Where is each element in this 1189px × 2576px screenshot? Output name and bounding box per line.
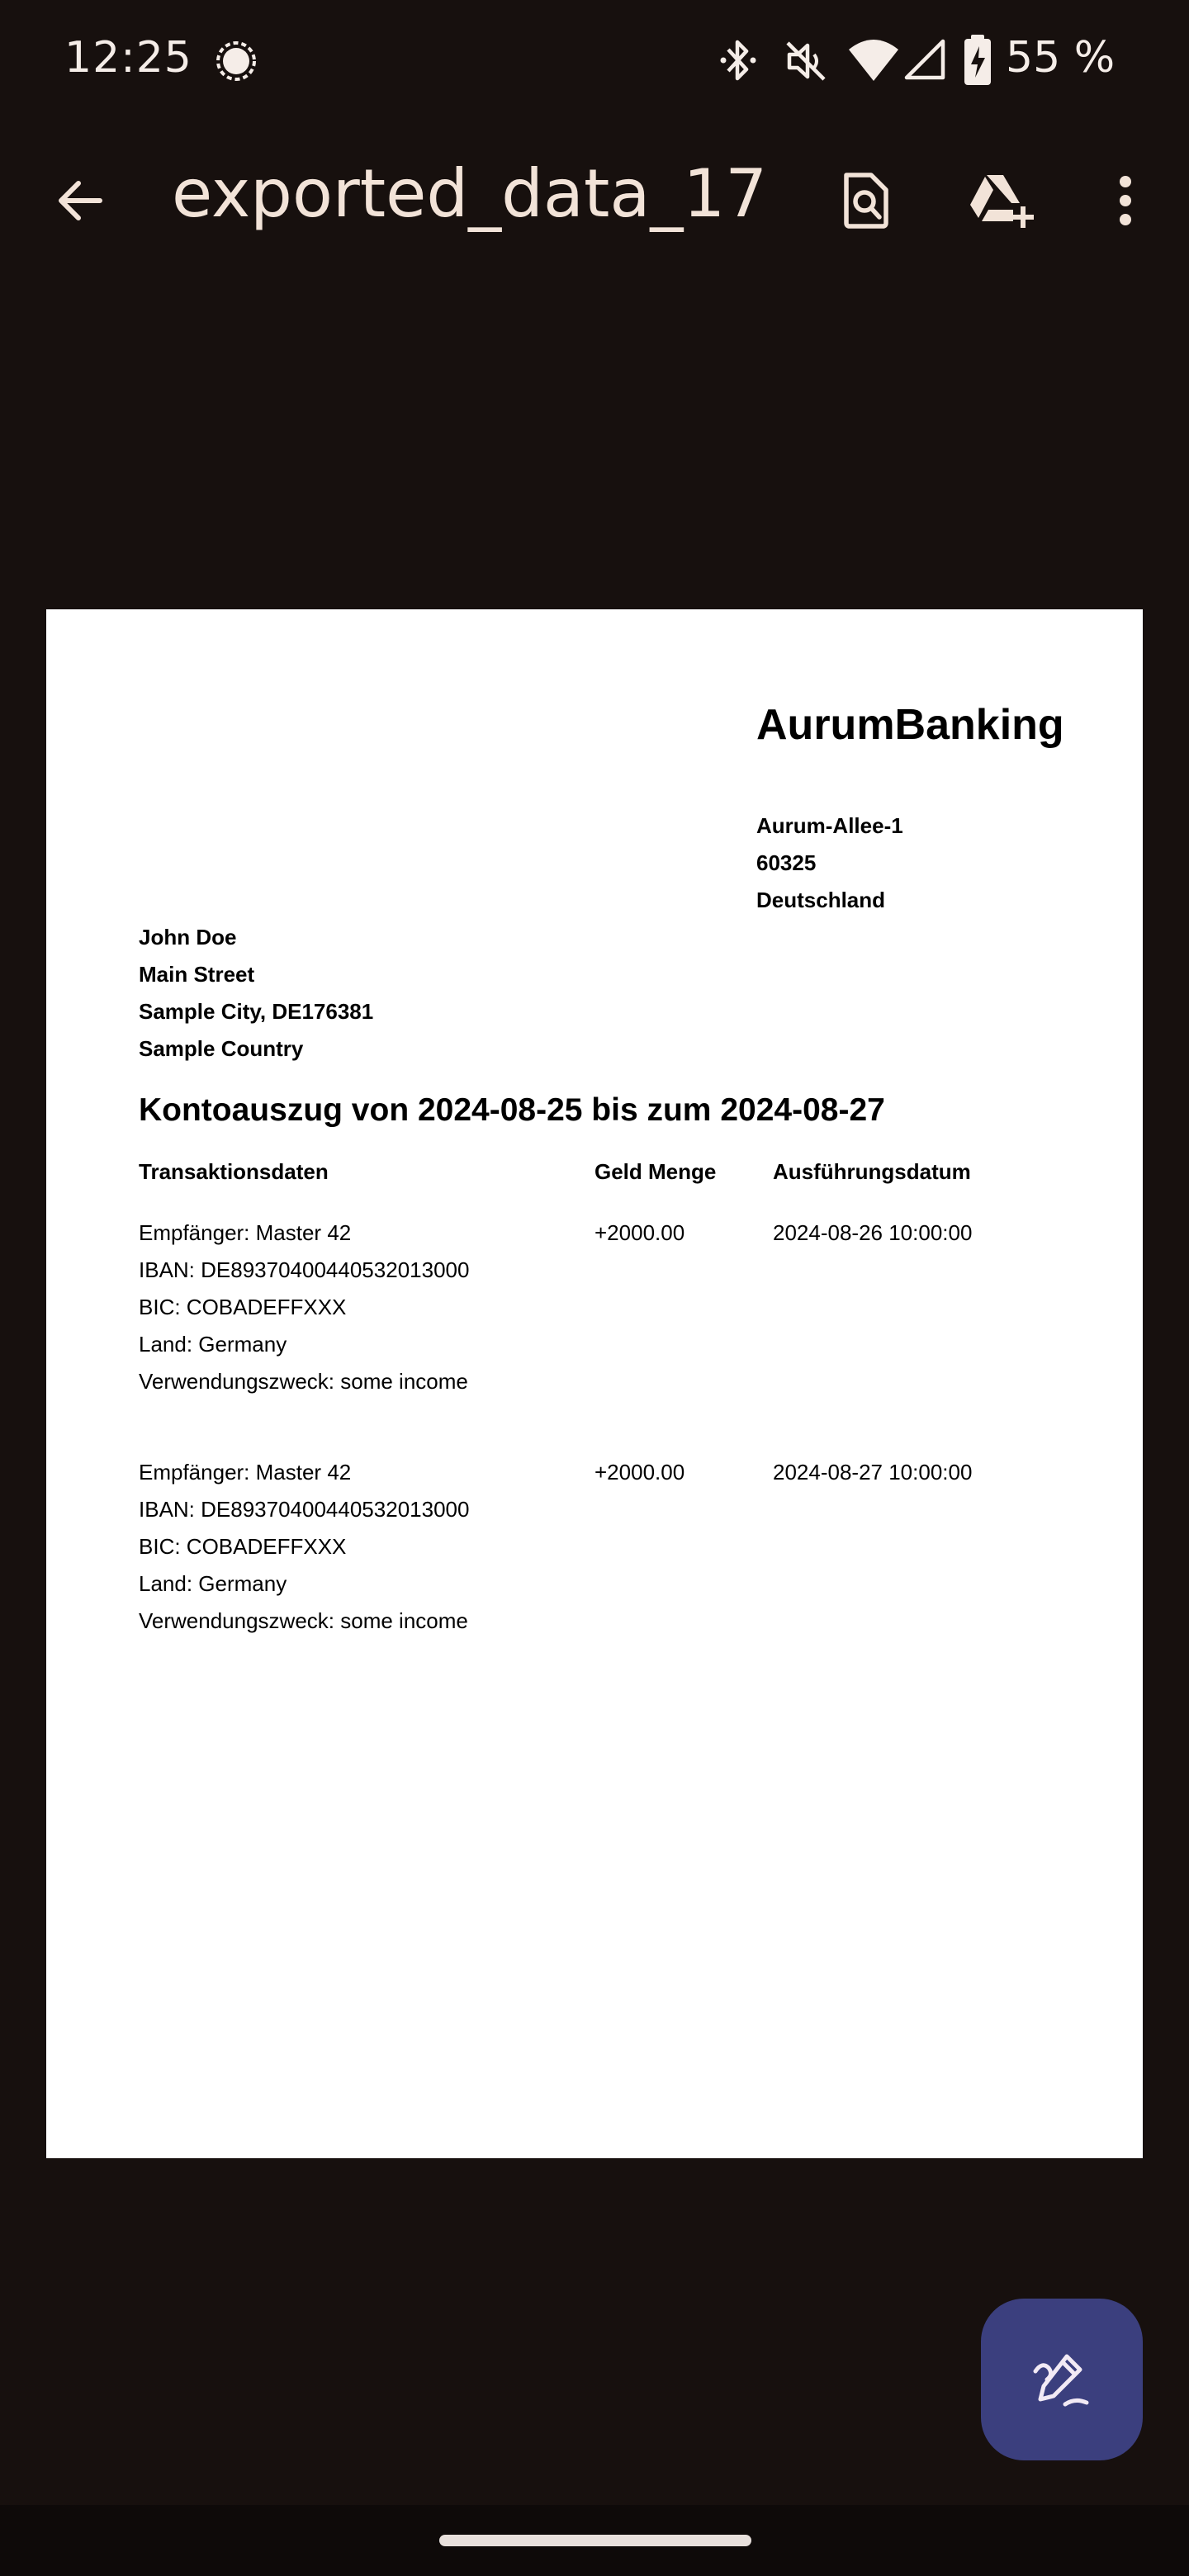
- status-time: 12:25: [64, 33, 192, 83]
- transaction-bic: BIC: COBADEFFXXX: [139, 1295, 347, 1319]
- back-button[interactable]: [35, 155, 126, 246]
- column-header-amount: Geld Menge: [594, 1159, 717, 1184]
- back-arrow-icon: [59, 181, 102, 220]
- bank-country: Deutschland: [756, 888, 886, 912]
- column-header-date: Ausführungsdatum: [773, 1159, 971, 1184]
- transaction-iban: IBAN: DE89370400440532013000: [139, 1497, 470, 1522]
- battery-percentage: 55 %: [1006, 33, 1116, 83]
- bank-street: Aurum-Allee-1: [756, 813, 903, 838]
- customer-city: Sample City, DE176381: [139, 999, 374, 1024]
- transaction-date: 2024-08-26 10:00:00: [773, 1220, 973, 1245]
- transaction-details: Empfänger: Master 42 IBAN: DE89370400440…: [139, 1454, 469, 1640]
- top-app-bar: exported_data_17...: [0, 124, 1189, 281]
- statement-title: Kontoauszug von 2024-08-25 bis zum 2024-…: [139, 1092, 885, 1128]
- transaction-country: Land: Germany: [139, 1571, 287, 1596]
- transaction-purpose: Verwendungszweck: some income: [139, 1369, 468, 1394]
- customer-country: Sample Country: [139, 1036, 304, 1061]
- transaction-details: Empfänger: Master 42 IBAN: DE89370400440…: [139, 1215, 469, 1400]
- pdf-page: AurumBanking Aurum-Allee-1 60325 Deutsch…: [46, 609, 1143, 2158]
- wifi-icon: [847, 36, 900, 87]
- edit-draw-icon: [1033, 2354, 1089, 2407]
- mute-icon: [783, 38, 829, 88]
- customer-street: Main Street: [139, 962, 255, 987]
- add-to-drive-icon: [970, 175, 1034, 228]
- more-options-button[interactable]: [1080, 155, 1171, 246]
- battery-charging-icon: [963, 35, 992, 90]
- bluetooth-icon: [720, 36, 756, 88]
- signal-app-icon: [213, 38, 259, 88]
- find-in-page-icon: [844, 173, 888, 229]
- bank-zip: 60325: [756, 850, 817, 875]
- transaction-recipient: Empfänger: Master 42: [139, 1220, 352, 1245]
- find-in-page-button[interactable]: [821, 155, 912, 246]
- customer-name: John Doe: [139, 925, 237, 949]
- transaction-country: Land: Germany: [139, 1332, 287, 1357]
- transaction-amount: +2000.00: [594, 1460, 685, 1485]
- transaction-bic: BIC: COBADEFFXXX: [139, 1534, 347, 1559]
- status-bar: 12:25 55 %: [0, 0, 1189, 116]
- more-vert-icon: [1120, 176, 1131, 225]
- add-to-drive-button[interactable]: [958, 155, 1049, 246]
- transaction-purpose: Verwendungszweck: some income: [139, 1608, 468, 1633]
- document-title: exported_data_17...: [172, 155, 766, 232]
- transaction-recipient: Empfänger: Master 42: [139, 1460, 352, 1485]
- bank-address: Aurum-Allee-1 60325 Deutschland: [756, 807, 903, 919]
- annotate-fab[interactable]: [981, 2299, 1143, 2460]
- transaction-iban: IBAN: DE89370400440532013000: [139, 1257, 470, 1282]
- customer-address: John Doe Main Street Sample City, DE1763…: [139, 919, 373, 1068]
- cell-signal-icon: [903, 38, 946, 85]
- bank-name: AurumBanking: [756, 701, 1064, 749]
- transaction-amount: +2000.00: [594, 1220, 685, 1245]
- column-header-details: Transaktionsdaten: [139, 1159, 329, 1184]
- home-gesture-handle[interactable]: [439, 2535, 751, 2546]
- transaction-date: 2024-08-27 10:00:00: [773, 1460, 973, 1485]
